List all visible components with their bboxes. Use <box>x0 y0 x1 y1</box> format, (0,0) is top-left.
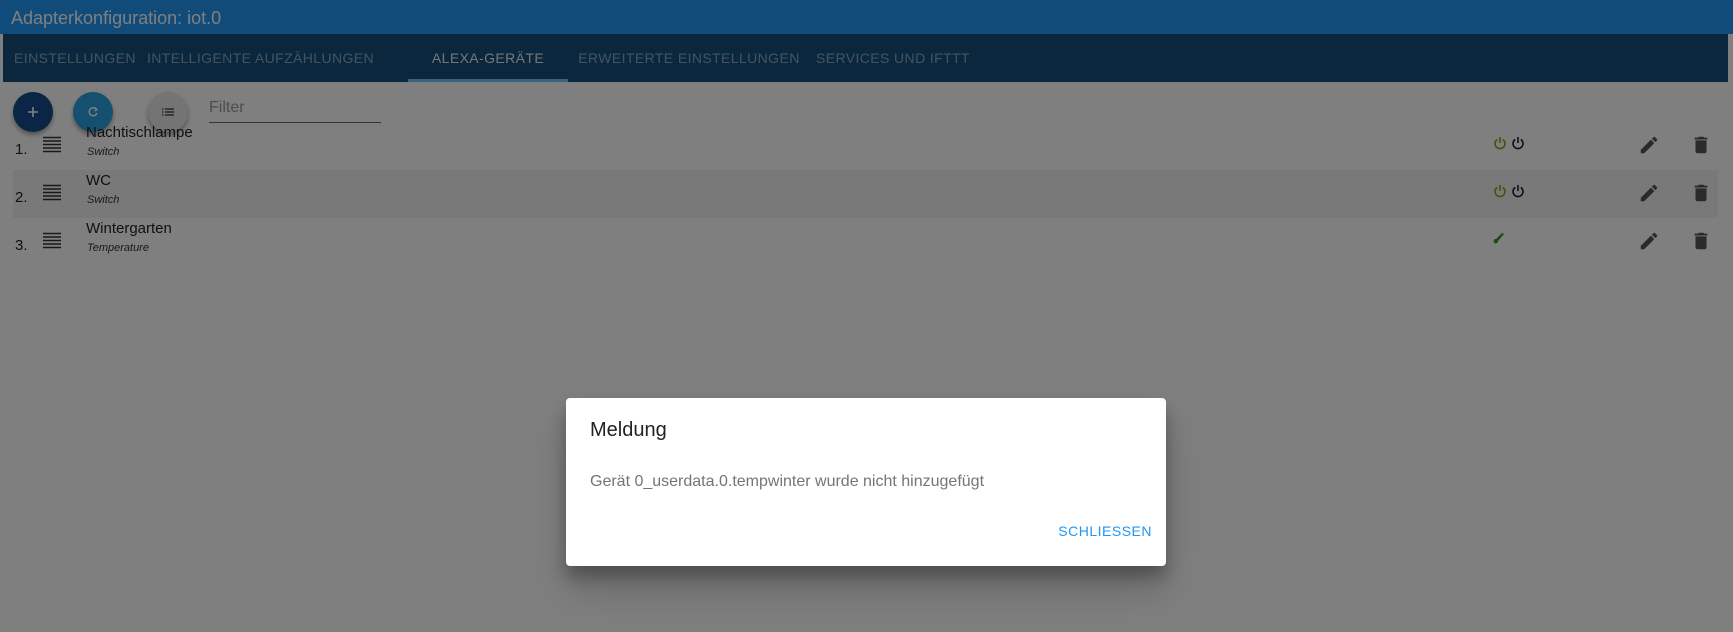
dialog-title: Meldung <box>590 419 667 441</box>
dialog-message: Gerät 0_userdata.0.tempwinter wurde nich… <box>590 473 985 490</box>
message-dialog: Meldung Gerät 0_userdata.0.tempwinter wu… <box>566 398 1166 566</box>
app-window: Adapterkonfiguration: iot.0 EINSTELLUNGE… <box>0 0 1733 632</box>
close-button[interactable]: SCHLIESSEN <box>1058 523 1152 539</box>
